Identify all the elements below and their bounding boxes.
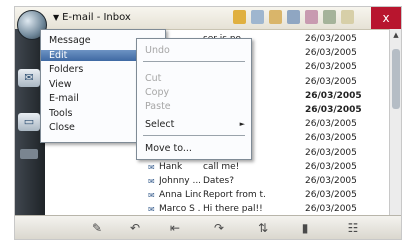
scrollbar[interactable]: ▲	[389, 29, 401, 215]
message-subject: call me!	[203, 161, 240, 172]
message-row[interactable]: ✉ Hank call me! 26/03/2005	[45, 161, 389, 173]
send-receive-icon[interactable]: ⇅	[255, 220, 271, 236]
rail-divider	[20, 149, 38, 159]
submenu-arrow-icon: ►	[239, 120, 245, 128]
message-row[interactable]: ✉ Johnny ... Dates? 26/03/2005	[45, 175, 389, 187]
close-button[interactable]: x	[371, 7, 401, 29]
message-row[interactable]: ✉ Marco S ...Hi there pal!! 26/03/2005	[45, 203, 389, 215]
menu-item-label: Folders	[49, 64, 84, 75]
envelope-icon: ✉	[148, 162, 155, 172]
mail-icon[interactable]: ✉	[18, 69, 40, 87]
message-date: 26/03/2005	[305, 62, 357, 73]
message-date: 26/03/2005	[305, 48, 357, 59]
message-sender: Anna Lind	[159, 190, 201, 201]
message-date: 26/03/2005	[305, 133, 357, 144]
message-subject: Dates?	[203, 176, 234, 186]
submenu-item-label: Undo	[145, 45, 170, 56]
submenu-item-label: Move to...	[145, 143, 192, 154]
title-bar: ▼ E-mail - Inbox x	[15, 7, 401, 30]
folders-icon[interactable]: ☷	[345, 220, 361, 236]
calendar-icon[interactable]	[287, 10, 300, 24]
message-date: 26/03/2005	[305, 161, 357, 172]
new-message-icon[interactable]: ✎	[89, 220, 105, 236]
menu-separator	[143, 135, 245, 136]
message-date: 26/03/2005	[305, 176, 357, 186]
menu-item-label: E-mail	[49, 93, 79, 104]
battery-icon[interactable]	[341, 10, 354, 24]
message-sender: Marco S ...	[159, 204, 201, 215]
reply-icon[interactable]: ↶	[127, 220, 143, 236]
message-date: 26/03/2005	[305, 147, 357, 158]
submenu-item-label: Paste	[145, 101, 171, 112]
message-sender: Johnny ...	[159, 176, 201, 186]
tasks-icon[interactable]	[323, 10, 336, 24]
message-date: 26/03/2005	[305, 119, 357, 130]
delete-icon[interactable]: ▮	[297, 220, 313, 236]
bell-icon[interactable]	[233, 10, 246, 24]
message-date: 26/03/2005	[305, 204, 357, 215]
submenu-item-label: Copy	[145, 87, 170, 98]
submenu-item-undo: Undo	[137, 45, 251, 56]
contacts-icon[interactable]	[305, 10, 318, 24]
envelope-icon: ✉	[148, 205, 155, 215]
menu-item-label: View	[49, 78, 72, 90]
message-subject: Hi there pal!!	[203, 204, 263, 215]
menu-item-label: Message	[49, 35, 91, 46]
message-subject: Report from t...	[203, 190, 265, 201]
submenu-item-paste: Paste	[137, 101, 251, 112]
window-title: E-mail - Inbox	[62, 12, 131, 23]
signal-icon[interactable]	[251, 10, 264, 24]
folder-selector[interactable]: ▼ E-mail - Inbox	[53, 12, 131, 23]
reply-all-icon[interactable]: ⇤	[167, 220, 183, 236]
message-date: 26/03/2005	[305, 105, 362, 115]
message-date: 26/03/2005	[305, 76, 357, 87]
submenu-item-label: Cut	[145, 73, 162, 84]
bottom-toolbar: ✎ ↶ ⇤ ↷ ⇅ ▮ ☷	[15, 215, 401, 239]
message-date: 26/03/2005	[305, 190, 357, 201]
message-date: 26/03/2005	[305, 34, 357, 44]
submenu-item-label: Select	[145, 119, 175, 130]
menu-item-label: Tools	[49, 107, 73, 119]
message-sender: Hank	[159, 161, 183, 172]
scroll-thumb[interactable]	[392, 49, 400, 109]
forward-icon[interactable]: ↷	[211, 220, 227, 236]
message-date: 26/03/2005	[305, 90, 362, 101]
submenu-item-cut: Cut	[137, 73, 251, 84]
submenu-item-select[interactable]: Select ►	[137, 119, 251, 130]
edit-submenu: Undo Cut Copy Paste Select ► Move to...	[136, 38, 252, 160]
submenu-item-moveto[interactable]: Move to...	[137, 143, 251, 154]
status-icons	[233, 10, 354, 24]
menu-item-label: Close	[49, 122, 75, 133]
scroll-up-icon[interactable]: ▲	[391, 30, 401, 40]
menu-item-label: Edit	[49, 49, 68, 61]
submenu-item-copy: Copy	[137, 87, 251, 98]
envelope-icon: ✉	[148, 177, 155, 186]
document-icon[interactable]	[269, 10, 282, 24]
windows-icon[interactable]: ▭	[18, 113, 40, 131]
envelope-icon: ✉	[148, 191, 155, 201]
message-row[interactable]: ✉ Anna Lind Report from t... 26/03/2005	[45, 189, 389, 201]
menu-separator	[143, 61, 245, 62]
